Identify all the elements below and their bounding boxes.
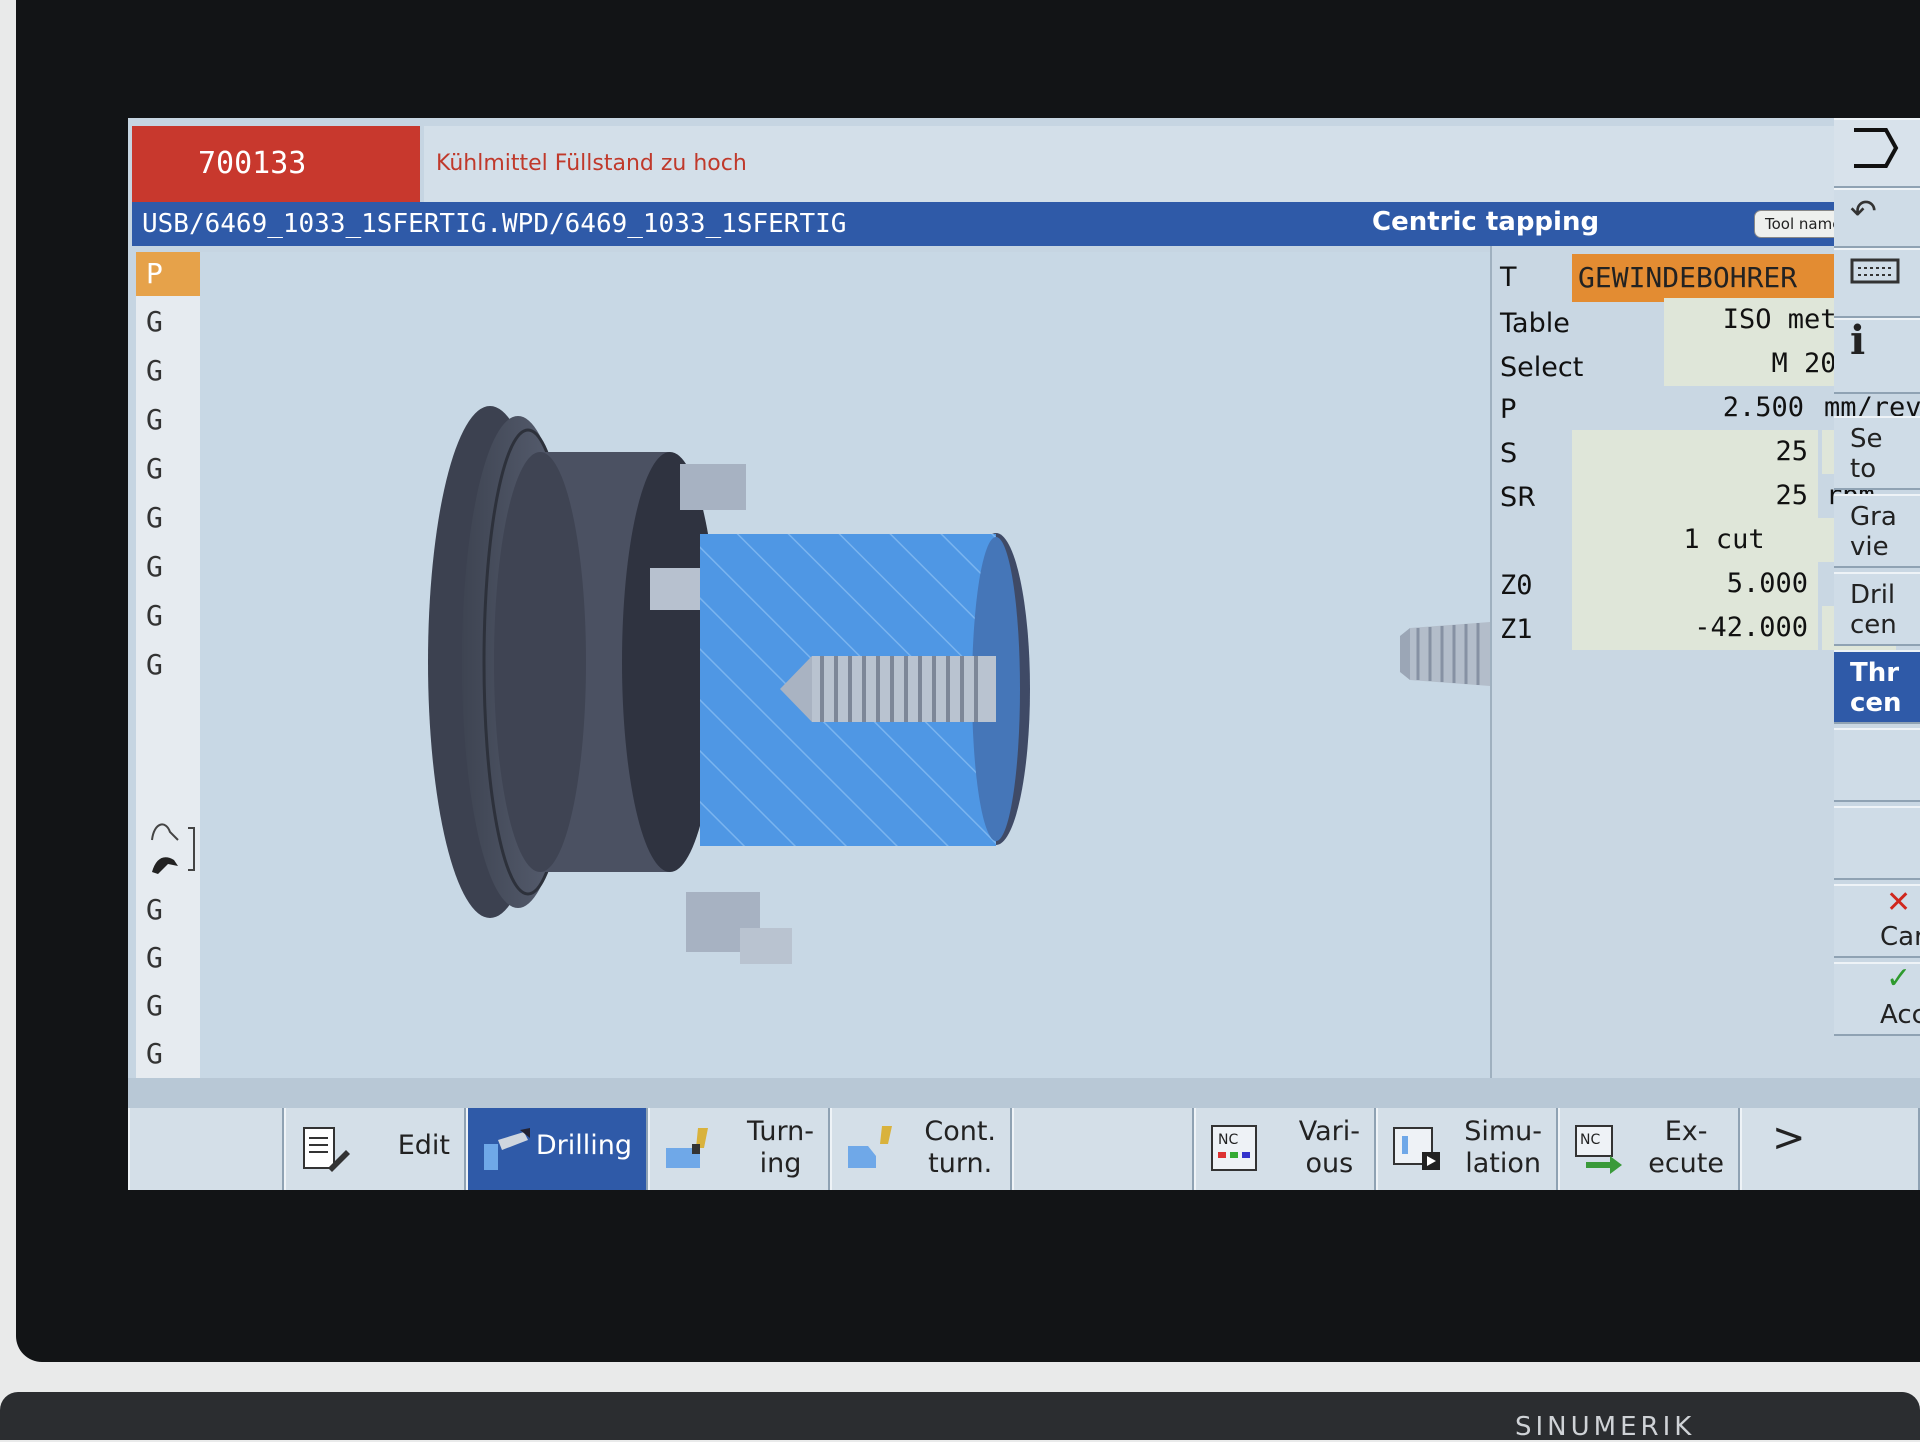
return-button[interactable] — [1834, 118, 1920, 188]
horizontal-softkey-bar: Edit Drilling Turn- ing Cont. turn. NC V… — [128, 1078, 1920, 1190]
nc-execute-icon: NC — [1575, 1125, 1622, 1174]
next-softkeys-button[interactable]: > — [1740, 1108, 1920, 1190]
z1-label: Z1 — [1500, 614, 1533, 645]
block-g[interactable]: G — [136, 349, 200, 393]
svg-text:NC: NC — [1580, 1132, 1600, 1148]
vertical-softkey-9[interactable] — [1834, 728, 1920, 802]
accept-button[interactable]: ✓ Acc — [1834, 962, 1920, 1036]
select-label: Select — [1500, 352, 1584, 383]
edit-button[interactable]: Edit — [284, 1108, 466, 1190]
thread-centric-button[interactable]: Thr cen — [1834, 650, 1920, 724]
vertical-softkey-10[interactable] — [1834, 806, 1920, 880]
tool-label: T — [1500, 262, 1517, 293]
block-g[interactable]: G — [136, 643, 200, 687]
next-icon: > — [1772, 1115, 1806, 1161]
nc-various-icon: NC — [1211, 1125, 1257, 1171]
edit-icon — [303, 1127, 350, 1172]
drilling-icon — [484, 1128, 530, 1170]
cancel-label: Car — [1880, 922, 1920, 952]
block-g[interactable]: G — [136, 447, 200, 491]
tool-field[interactable]: GEWINDEBOHRER — [1572, 254, 1872, 302]
horizontal-softkey-empty[interactable] — [1012, 1108, 1194, 1190]
cuts-select[interactable]: 1 cut — [1572, 518, 1876, 562]
execute-button[interactable]: NC Ex- ecute — [1558, 1108, 1740, 1190]
contour-turning-icon — [848, 1126, 892, 1168]
speed-field[interactable]: 25 — [1572, 430, 1818, 474]
turning-button[interactable]: Turn- ing — [648, 1108, 830, 1190]
speed-label: S — [1500, 438, 1518, 469]
cancel-x-icon: ✕ — [1886, 885, 1912, 920]
block-g[interactable]: G — [136, 545, 200, 589]
block-g[interactable]: G — [136, 300, 200, 344]
block-g[interactable]: G — [136, 398, 200, 442]
accept-check-icon: ✓ — [1886, 962, 1912, 996]
edit-label: Edit — [397, 1130, 450, 1161]
pitch-label: P — [1500, 394, 1517, 425]
various-button[interactable]: NC Vari- ous — [1194, 1108, 1376, 1190]
simulation-icon — [1393, 1127, 1440, 1170]
drilling-button[interactable]: Drilling — [466, 1108, 648, 1190]
brand-label: SINUMERIK — [1515, 1412, 1696, 1442]
svg-text:NC: NC — [1218, 1132, 1238, 1148]
keyboard-button[interactable] — [1834, 248, 1920, 318]
program-path: USB/6469_1033_1SFERTIG.WPD/6469_1033_1SF… — [142, 209, 847, 239]
block-p[interactable]: P — [136, 252, 200, 296]
execute-label: Ex- ecute — [1648, 1116, 1724, 1179]
hmi-screen: 700133 Kühlmittel Füllstand zu hoch USB/… — [128, 118, 1920, 1190]
alarm-text: Kühlmittel Füllstand zu hoch — [424, 126, 1920, 202]
keyboard-icon — [1850, 258, 1900, 284]
z0-field[interactable]: 5.000 — [1572, 562, 1818, 606]
block-g[interactable]: G — [136, 594, 200, 638]
contour-turning-button[interactable]: Cont. turn. — [830, 1108, 1012, 1190]
accept-label: Acc — [1880, 1000, 1920, 1030]
block-g[interactable]: G — [136, 496, 200, 540]
turning-icon — [666, 1128, 708, 1168]
contour-block-icon[interactable] — [148, 814, 200, 880]
retract-speed-label: SR — [1500, 482, 1536, 513]
block-g[interactable]: G — [136, 936, 200, 980]
cycle-title: Centric tapping — [1372, 207, 1600, 237]
block-g[interactable]: G — [136, 888, 200, 932]
select-tool-button[interactable]: Se to — [1834, 416, 1920, 490]
z1-field[interactable]: -42.000 — [1572, 606, 1818, 650]
graphic-view-button[interactable]: Gra vie — [1834, 494, 1920, 568]
return-icon — [1854, 128, 1899, 168]
program-block-column: P G G G G G G G G G G G G G — [136, 252, 201, 1078]
simulation-button[interactable]: Simu- lation — [1376, 1108, 1558, 1190]
info-button[interactable]: i — [1834, 318, 1920, 394]
turning-label: Turn- ing — [747, 1116, 814, 1179]
block-g[interactable]: G — [136, 984, 200, 1028]
drilling-label: Drilling — [535, 1130, 632, 1161]
cancel-button[interactable]: ✕ Car — [1834, 884, 1920, 958]
cycle-graphic-view — [200, 252, 1490, 1078]
workpiece-3d-illustration — [428, 406, 1490, 964]
info-icon: i — [1850, 318, 1866, 364]
pitch-field[interactable]: 2.500 — [1664, 386, 1814, 430]
simulation-label: Simu- lation — [1464, 1116, 1542, 1179]
undo-button[interactable]: ↶ — [1834, 188, 1920, 248]
alarm-number[interactable]: 700133 — [132, 126, 420, 202]
block-g[interactable]: G — [136, 1032, 200, 1076]
undo-icon: ↶ — [1850, 192, 1877, 230]
drill-centric-button[interactable]: Dril cen — [1834, 572, 1920, 646]
various-label: Vari- ous — [1298, 1116, 1360, 1179]
horizontal-softkey-empty-left[interactable] — [128, 1108, 284, 1190]
retract-speed-field[interactable]: 25 — [1572, 474, 1818, 518]
table-label: Table — [1500, 308, 1570, 339]
z0-label: Z0 — [1500, 570, 1533, 601]
contour-turning-label: Cont. turn. — [924, 1116, 996, 1179]
program-path-bar: USB/6469_1033_1SFERTIG.WPD/6469_1033_1SF… — [132, 202, 1920, 246]
